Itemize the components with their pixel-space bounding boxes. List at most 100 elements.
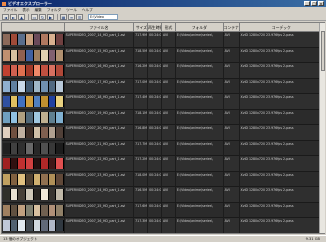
- file-name-cell: SUPERVIDEO_2007_26_HD_part_1.avi: [65, 218, 135, 233]
- menu-tools[interactable]: ツール: [66, 8, 77, 13]
- thumbnail-strip-cell[interactable]: [2, 140, 65, 156]
- table-row[interactable]: SUPERVIDEO_2007_24_HD_part_1.avi 716.5MB 0…: [2, 187, 324, 203]
- container-cell: AVI: [224, 109, 240, 125]
- table-row[interactable]: SUPERVIDEO_2007_20_HD_part_1.avi 716.8MB 0…: [2, 125, 324, 141]
- thumbnail-frame: [56, 204, 64, 216]
- window-title: ビデオエクスプローラー: [8, 0, 52, 6]
- codec-cell: XviD 1280x720 23.976fps 2-pass: [240, 78, 324, 94]
- thumbnail-frame: [18, 127, 26, 138]
- table-row[interactable]: SUPERVIDEO_2007_25_HD_part_1.avi 717.6MB 0…: [2, 202, 324, 218]
- toolbar-separator: [57, 13, 58, 20]
- file-name-cell: SUPERVIDEO_2007_20_HD_part_1.avi: [65, 125, 135, 140]
- vertical-scrollbar[interactable]: [319, 23, 325, 233]
- table-row[interactable]: SUPERVIDEO_2007_22_HD_part_1.avi 717.2MB 0…: [2, 156, 324, 172]
- thumbnail-frame: [48, 142, 57, 154]
- format-cell: AVI: [162, 202, 176, 218]
- file-name-cell: SUPERVIDEO_2007_15_HD_part_1.avi: [65, 47, 135, 63]
- duration-cell: 00:24:09: [148, 202, 162, 218]
- column-header-codec[interactable]: コーデック: [239, 23, 324, 32]
- thumbnail-frame: [10, 65, 19, 76]
- thumbnail-frame: [41, 111, 49, 123]
- forward-icon[interactable]: ►: [10, 13, 17, 20]
- folder-icon[interactable]: ▭: [31, 13, 38, 20]
- thumbnail-strip-cell[interactable]: [2, 156, 65, 171]
- close-button[interactable]: ×: [318, 1, 324, 6]
- container-cell: AVI: [224, 171, 240, 187]
- thumbnail-strip-cell[interactable]: [2, 63, 65, 78]
- thumbnail-frame: [41, 65, 49, 76]
- thumbnail-frame: [41, 34, 49, 45]
- thumbnail-strip: [3, 49, 64, 61]
- menu-help[interactable]: ヘルプ: [82, 8, 93, 13]
- menu-file[interactable]: ファイル: [3, 8, 17, 13]
- menu-folder[interactable]: フォルダ: [47, 8, 61, 13]
- column-header-thumbnail[interactable]: [2, 23, 65, 32]
- file-name-cell: SUPERVIDEO_2007_17_HD_part_1.avi: [65, 78, 135, 94]
- table-row[interactable]: SUPERVIDEO_2007_21_HD_part_1.avi 717.7MB 0…: [2, 140, 324, 156]
- thumbnail-strip-cell[interactable]: [2, 94, 65, 109]
- format-cell: AVI: [162, 63, 176, 78]
- thumbnail-frame: [48, 65, 57, 76]
- minimize-button[interactable]: _: [304, 1, 310, 6]
- table-row[interactable]: SUPERVIDEO_2007_17_HD_part_1.avi 717.0MB 0…: [2, 78, 324, 94]
- table-row[interactable]: SUPERVIDEO_2007_15_HD_part_1.avi 718.5MB 0…: [2, 47, 324, 63]
- thumbnail-frame: [33, 173, 42, 185]
- table-row[interactable]: SUPERVIDEO_2007_16_HD_part_1.avi 716.2MB 0…: [2, 63, 324, 79]
- up-folder-icon[interactable]: ▲: [18, 13, 25, 20]
- thumbnail-frame: [41, 49, 49, 61]
- thumbnail-strip: [3, 142, 64, 154]
- list-view-icon[interactable]: ≡: [68, 13, 75, 20]
- table-row[interactable]: SUPERVIDEO_2007_23_HD_part_1.avi 718.0MB 0…: [2, 171, 324, 187]
- resize-grip-icon[interactable]: [320, 236, 326, 242]
- menu-edit[interactable]: 編集: [35, 8, 42, 13]
- thumbnail-frame: [18, 34, 26, 45]
- thumbnail-strip-cell[interactable]: [2, 32, 65, 47]
- column-header-filename[interactable]: ファイル名: [64, 23, 135, 32]
- thumbnail-frame: [48, 220, 57, 231]
- back-icon[interactable]: ◄: [2, 13, 9, 20]
- play-icon[interactable]: ▶: [47, 13, 54, 20]
- table-row[interactable]: SUPERVIDEO_2007_18_HD_part_1.avi 717.4MB 0…: [2, 94, 324, 110]
- thumbnail-frame: [10, 34, 19, 45]
- thumbnail-strip-cell[interactable]: [2, 202, 65, 218]
- thumbnail-strip-cell[interactable]: [2, 125, 65, 140]
- detail-view-icon[interactable]: ☰: [76, 13, 83, 20]
- thumbnail-strip-cell[interactable]: [2, 171, 65, 187]
- table-row[interactable]: SUPERVIDEO_2007_14_HD_part_1.avi 717.9MB 0…: [2, 32, 324, 48]
- duration-cell: 00:24:09: [148, 140, 162, 156]
- thumbnail-strip-cell[interactable]: [2, 109, 65, 125]
- table-row[interactable]: SUPERVIDEO_2007_26_HD_part_1.avi 717.3MB 0…: [2, 218, 324, 233]
- folder-cell: E:\Video\anime\series\: [176, 171, 224, 187]
- column-header-size[interactable]: サイズ: [134, 23, 149, 32]
- thumbnail-frame: [18, 220, 26, 231]
- scrollbar-thumb[interactable]: [320, 31, 325, 71]
- thumbnail-strip-cell[interactable]: [2, 187, 65, 202]
- thumbnail-frame: [56, 80, 64, 92]
- container-cell: AVI: [224, 63, 240, 78]
- thumbnail-strip: [3, 80, 64, 92]
- column-header-container[interactable]: コンテナ: [223, 23, 240, 32]
- refresh-icon[interactable]: ↻: [39, 13, 46, 20]
- thumbnail-strip: [3, 34, 64, 45]
- column-header-duration[interactable]: 再生時間: [148, 23, 163, 32]
- duration-cell: 00:24:09: [148, 187, 162, 202]
- folder-cell: E:\Video\anime\series\: [176, 187, 224, 202]
- maximize-button[interactable]: □: [311, 1, 317, 6]
- file-size-cell: 718.0MB: [134, 171, 149, 187]
- column-header-folder[interactable]: フォルダ: [175, 23, 224, 32]
- thumbnail-strip-cell[interactable]: [2, 47, 65, 63]
- thumbnail-frame: [25, 49, 34, 61]
- column-header-format[interactable]: 形式: [162, 23, 176, 32]
- file-size-cell: 717.3MB: [134, 218, 149, 233]
- file-name-cell: SUPERVIDEO_2007_19_HD_part_1.avi: [65, 109, 135, 125]
- thumbnail-view-icon[interactable]: ▦: [60, 13, 67, 20]
- thumbnail-frame: [3, 220, 11, 231]
- table-row[interactable]: SUPERVIDEO_2007_19_HD_part_1.avi 718.1MB 0…: [2, 109, 324, 125]
- address-field[interactable]: E:\Video: [88, 13, 118, 20]
- thumbnail-frame: [3, 142, 11, 154]
- file-name-cell: SUPERVIDEO_2007_25_HD_part_1.avi: [65, 202, 135, 218]
- thumbnail-strip-cell[interactable]: [2, 218, 65, 233]
- menu-view[interactable]: 表示: [22, 8, 29, 13]
- thumbnail-frame: [3, 80, 11, 92]
- thumbnail-strip-cell[interactable]: [2, 78, 65, 94]
